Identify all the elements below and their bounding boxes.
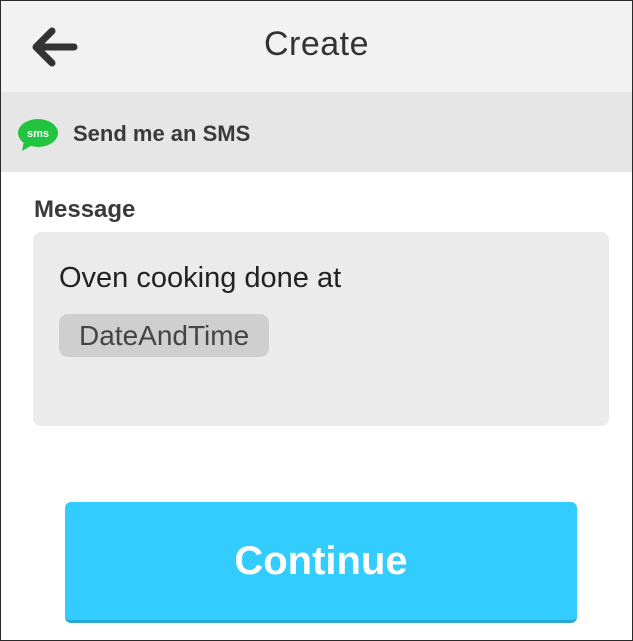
- sms-icon: sms: [18, 119, 58, 151]
- message-input[interactable]: Oven cooking done at DateAndTime: [33, 232, 609, 426]
- message-text: Oven cooking done at: [59, 262, 342, 294]
- ingredient-chip-dateandtime[interactable]: DateAndTime: [59, 314, 270, 357]
- message-label: Message: [34, 196, 136, 223]
- continue-button[interactable]: Continue: [65, 502, 577, 623]
- sms-icon-text: sms: [27, 128, 49, 140]
- header-bar: Create: [1, 1, 632, 92]
- page-title: Create: [263, 25, 370, 63]
- app-screen: Create sms Send me an SMS Message Oven c…: [0, 0, 633, 641]
- service-label: Send me an SMS: [73, 121, 251, 146]
